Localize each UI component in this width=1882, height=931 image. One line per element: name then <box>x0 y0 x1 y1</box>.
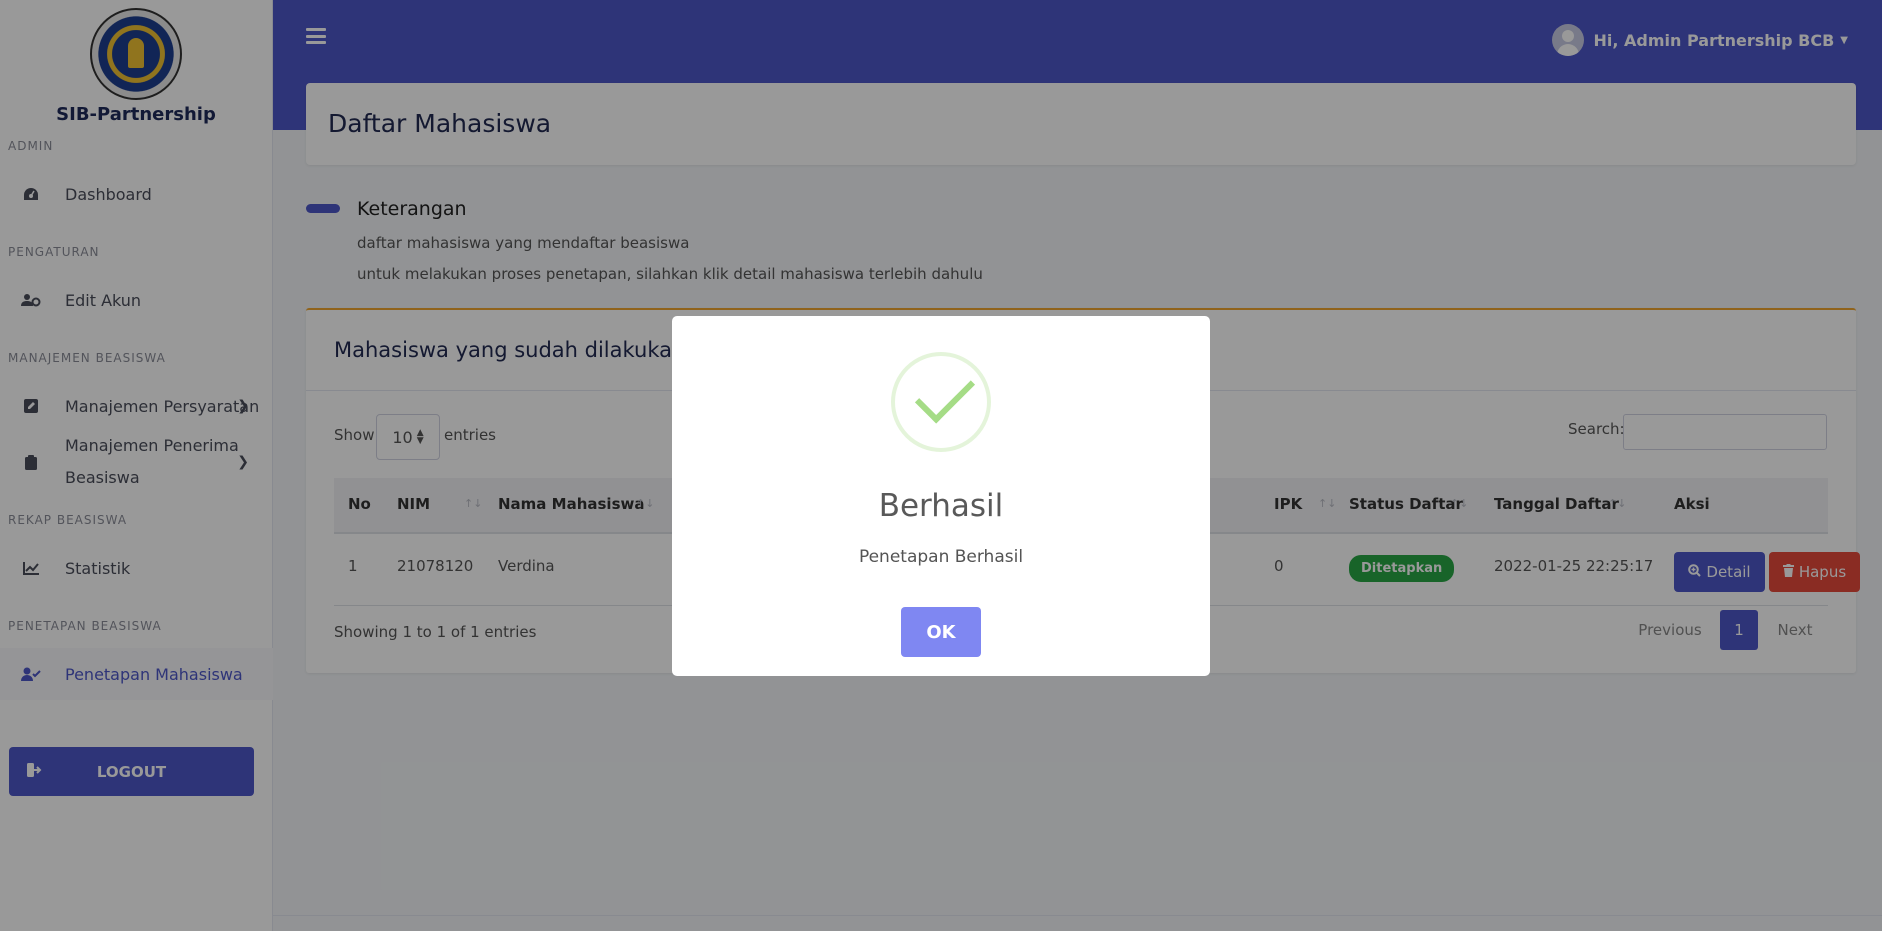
modal-title: Berhasil <box>878 488 1004 524</box>
check-mark <box>914 363 976 424</box>
success-check-icon <box>891 352 991 452</box>
ok-button[interactable]: OK <box>901 607 981 657</box>
modal-text: Penetapan Berhasil <box>858 547 1024 567</box>
success-modal: Berhasil Penetapan Berhasil OK <box>672 316 1210 676</box>
